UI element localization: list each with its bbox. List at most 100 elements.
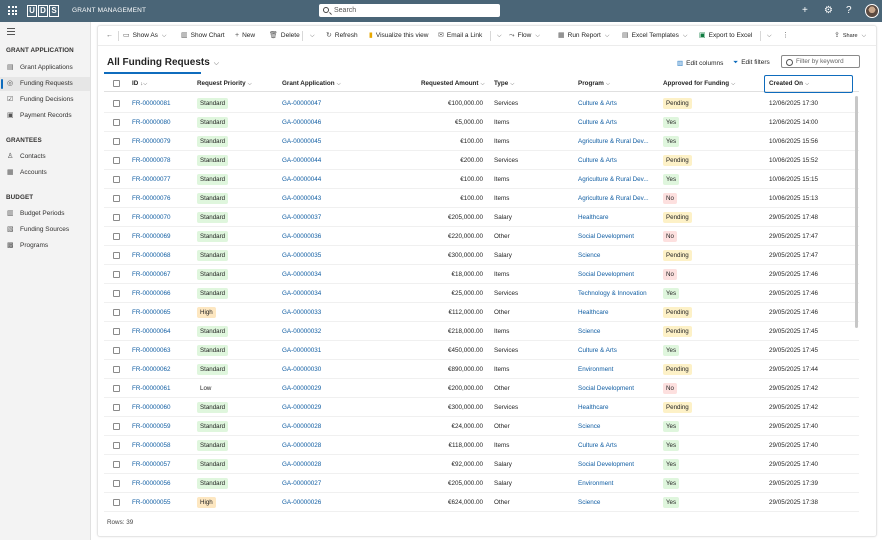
table-row[interactable]: FR-00000065 High GA-00000033 €112,000.00 Oth… — [104, 303, 859, 322]
table-row[interactable]: FR-00000056 Standard GA-00000027 €205,000.0… — [104, 474, 859, 493]
row-checkbox[interactable] — [113, 423, 120, 430]
app-launcher-icon[interactable] — [8, 6, 17, 15]
cell-application[interactable]: GA-00000028 — [282, 436, 321, 455]
row-checkbox[interactable] — [113, 328, 120, 335]
cell-program[interactable]: Science — [578, 246, 600, 265]
table-row[interactable]: FR-00000080 Standard GA-00000046 €5,000.00 I… — [104, 113, 859, 132]
visualize-button[interactable]: ▮ Visualize this view — [369, 26, 429, 46]
table-row[interactable]: FR-00000063 Standard GA-00000031 €450,000.0… — [104, 341, 859, 360]
row-checkbox[interactable] — [113, 138, 120, 145]
cell-application[interactable]: GA-00000029 — [282, 379, 321, 398]
table-row[interactable]: FR-00000058 Standard GA-00000028 €118,000.0… — [104, 436, 859, 455]
export-more-button[interactable]: ⌵ — [763, 26, 772, 46]
row-checkbox[interactable] — [113, 233, 120, 240]
column-header-priority[interactable]: Request Priority ⌵ — [197, 80, 252, 88]
table-row[interactable]: FR-00000077 Standard GA-00000044 €100.00 Ite… — [104, 170, 859, 189]
sidebar-item-funding-decisions[interactable]: ☑ Funding Decisions — [0, 93, 90, 107]
cell-id[interactable]: FR-00000064 — [132, 322, 171, 341]
cell-id[interactable]: FR-00000063 — [132, 341, 171, 360]
back-button[interactable]: ← — [106, 26, 116, 46]
cell-id[interactable]: FR-00000077 — [132, 170, 171, 189]
cell-id[interactable]: FR-00000060 — [132, 398, 171, 417]
cell-program[interactable]: Culture & Arts — [578, 341, 617, 360]
cell-id[interactable]: FR-00000059 — [132, 417, 171, 436]
flow-button[interactable]: ⤳ Flow ⌵ — [509, 26, 540, 46]
sidebar-item-funding-requests[interactable]: ◎ Funding Requests — [0, 77, 90, 91]
new-button[interactable]: + New — [235, 26, 255, 46]
cell-program[interactable]: Agriculture & Rural Dev... — [578, 170, 649, 189]
row-checkbox[interactable] — [113, 366, 120, 373]
cell-application[interactable]: GA-00000030 — [282, 360, 321, 379]
table-row[interactable]: FR-00000055 High GA-00000026 €624,000.00 Oth… — [104, 493, 859, 512]
app-name[interactable]: GRANT MANAGEMENT — [72, 7, 146, 14]
cell-id[interactable]: FR-00000066 — [132, 284, 171, 303]
table-row[interactable]: FR-00000078 Standard GA-00000044 €200.00 Ser… — [104, 151, 859, 170]
cell-program[interactable]: Agriculture & Rural Dev... — [578, 189, 649, 208]
excel-templates-button[interactable]: ▤ Excel Templates ⌵ — [622, 26, 687, 46]
table-row[interactable]: FR-00000066 Standard GA-00000034 €25,000.00… — [104, 284, 859, 303]
row-checkbox[interactable] — [113, 404, 120, 411]
show-as-button[interactable]: ▭ Show As ⌵ — [123, 26, 166, 46]
column-header-type[interactable]: Type ⌵ — [494, 80, 514, 88]
table-row[interactable]: FR-00000064 Standard GA-00000032 €218,000.0… — [104, 322, 859, 341]
cell-id[interactable]: FR-00000056 — [132, 474, 171, 493]
select-all-checkbox[interactable] — [113, 80, 120, 87]
hamburger-icon[interactable] — [7, 28, 15, 37]
cell-application[interactable]: GA-00000031 — [282, 341, 321, 360]
cell-program[interactable]: Environment — [578, 474, 613, 493]
row-checkbox[interactable] — [113, 157, 120, 164]
global-search-input[interactable]: Search — [319, 4, 500, 17]
share-button[interactable]: ⇪ Share ⌵ — [834, 26, 866, 46]
sidebar-item-budget-periods[interactable]: ▥ Budget Periods — [0, 207, 90, 221]
row-checkbox[interactable] — [113, 271, 120, 278]
column-header-amount[interactable]: Requested Amount ⌵ — [421, 80, 485, 88]
run-report-button[interactable]: ▦ Run Report ⌵ — [558, 26, 609, 46]
cell-application[interactable]: GA-00000026 — [282, 493, 321, 512]
row-checkbox[interactable] — [113, 461, 120, 468]
refresh-button[interactable]: ↻ Refresh — [326, 26, 358, 46]
sidebar-item-funding-sources[interactable]: ▧ Funding Sources — [0, 223, 90, 237]
cell-application[interactable]: GA-00000033 — [282, 303, 321, 322]
cell-id[interactable]: FR-00000055 — [132, 493, 171, 512]
row-checkbox[interactable] — [113, 252, 120, 259]
more-commands-button[interactable]: ⋮ — [782, 26, 792, 46]
cell-program[interactable]: Social Development — [578, 227, 634, 246]
cell-application[interactable]: GA-00000034 — [282, 284, 321, 303]
avatar[interactable] — [865, 4, 879, 18]
row-checkbox[interactable] — [113, 100, 120, 107]
row-checkbox[interactable] — [113, 347, 120, 354]
row-checkbox[interactable] — [113, 480, 120, 487]
cell-id[interactable]: FR-00000076 — [132, 189, 171, 208]
edit-filters-button[interactable]: ⏷ Edit filters — [733, 59, 770, 67]
cell-application[interactable]: GA-00000044 — [282, 151, 321, 170]
cell-id[interactable]: FR-00000080 — [132, 113, 171, 132]
table-row[interactable]: FR-00000069 Standard GA-00000036 €220,000.0… — [104, 227, 859, 246]
cell-application[interactable]: GA-00000035 — [282, 246, 321, 265]
plus-icon[interactable]: + — [802, 5, 808, 17]
column-header-approved[interactable]: Approved for Funding ⌵ — [663, 80, 735, 88]
row-checkbox[interactable] — [113, 195, 120, 202]
cell-application[interactable]: GA-00000032 — [282, 322, 321, 341]
cell-program[interactable]: Social Development — [578, 265, 634, 284]
cell-program[interactable]: Healthcare — [578, 208, 608, 227]
cell-id[interactable]: FR-00000058 — [132, 436, 171, 455]
cell-program[interactable]: Environment — [578, 360, 613, 379]
help-icon[interactable]: ? — [846, 5, 852, 17]
cell-id[interactable]: FR-00000079 — [132, 132, 171, 151]
cell-id[interactable]: FR-00000070 — [132, 208, 171, 227]
cell-id[interactable]: FR-00000062 — [132, 360, 171, 379]
email-more-button[interactable]: ⌵ — [493, 26, 502, 46]
edit-columns-button[interactable]: ▥ Edit columns — [677, 59, 723, 67]
table-row[interactable]: FR-00000057 Standard GA-00000028 €92,000.00… — [104, 455, 859, 474]
show-chart-button[interactable]: ▥ Show Chart — [181, 26, 225, 46]
cell-application[interactable]: GA-00000034 — [282, 265, 321, 284]
row-checkbox[interactable] — [113, 442, 120, 449]
gear-icon[interactable]: ⚙ — [824, 5, 833, 17]
sidebar-item-accounts[interactable]: ▦ Accounts — [0, 166, 90, 180]
export-excel-button[interactable]: ▣ Export to Excel — [699, 26, 752, 46]
cell-application[interactable]: GA-00000037 — [282, 208, 321, 227]
column-header-application[interactable]: Grant Application ⌵ — [282, 80, 341, 88]
cell-application[interactable]: GA-00000044 — [282, 170, 321, 189]
row-checkbox[interactable] — [113, 290, 120, 297]
cell-program[interactable]: Science — [578, 417, 600, 436]
